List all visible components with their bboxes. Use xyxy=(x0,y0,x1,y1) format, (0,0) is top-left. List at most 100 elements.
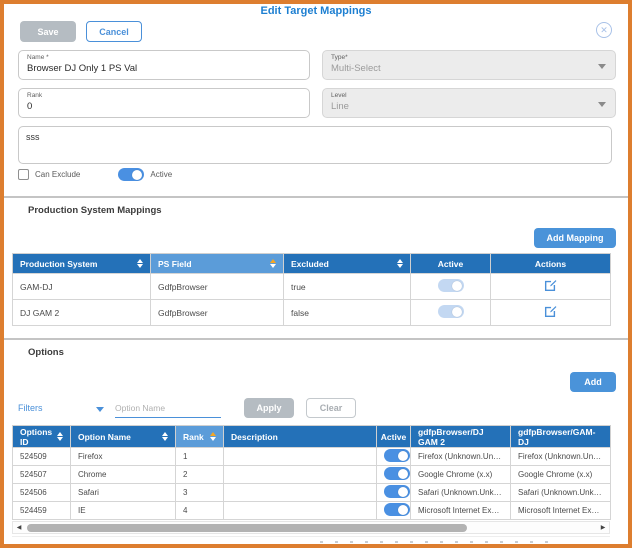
add-mapping-button[interactable]: Add Mapping xyxy=(534,228,616,248)
add-option-button[interactable]: Add xyxy=(570,372,616,392)
description-cell xyxy=(223,483,377,502)
mapping1-cell: Firefox (Unknown.Unkno... xyxy=(410,447,511,466)
row-active-toggle[interactable] xyxy=(437,305,464,318)
column-header-description: Description xyxy=(223,425,377,448)
production-system-cell: GAM-DJ xyxy=(12,273,151,300)
rank-cell: 4 xyxy=(175,501,224,520)
ps-mappings-table: Production System PS Field Excluded Acti… xyxy=(12,253,611,326)
row-active-toggle[interactable] xyxy=(384,485,410,498)
scroll-left-icon[interactable]: ◀ xyxy=(13,524,25,531)
chevron-down-icon[interactable] xyxy=(96,407,104,412)
close-icon[interactable]: ✕ xyxy=(596,22,612,38)
active-toggle[interactable] xyxy=(118,168,145,181)
section-divider xyxy=(4,338,628,340)
column-header-option-name[interactable]: Option Name xyxy=(70,425,176,448)
description-cell xyxy=(223,501,377,520)
type-select-value: Multi-Select xyxy=(331,63,381,74)
column-label: Active xyxy=(437,258,464,269)
column-header-active: Active xyxy=(410,253,491,274)
column-label: Actions xyxy=(534,258,567,269)
column-label: Option Name xyxy=(78,431,131,442)
column-header-production-system[interactable]: Production System xyxy=(12,253,151,274)
ps-mappings-heading: Production System Mappings xyxy=(28,205,162,216)
option-id-cell: 524506 xyxy=(12,483,71,502)
option-name-cell: Safari xyxy=(70,483,176,502)
notes-textarea[interactable]: sss xyxy=(18,126,612,164)
clear-filter-button[interactable]: Clear xyxy=(306,398,356,418)
option-name-cell: Firefox xyxy=(70,447,176,466)
rank-cell: 1 xyxy=(175,447,224,466)
sort-icon-active xyxy=(270,259,276,268)
mapping2-cell: Google Chrome (x.x) xyxy=(510,465,611,484)
column-label: Production System xyxy=(20,258,98,269)
mapping1-cell: Google Chrome (x.x) xyxy=(410,465,511,484)
sort-icon-active xyxy=(210,432,216,441)
filters-dropdown[interactable]: Filters xyxy=(18,403,43,413)
rank-field-label: Rank xyxy=(27,92,43,99)
edit-target-mappings-dialog: Edit Target Mappings Save Cancel ✕ Name … xyxy=(0,0,632,548)
table-row: GAM-DJ GdfpBrowser true xyxy=(12,273,611,300)
ps-field-cell: GdfpBrowser xyxy=(150,273,284,300)
column-label: Description xyxy=(231,431,278,442)
rank-field[interactable]: Rank xyxy=(18,88,310,118)
table-row: 524459 IE 4 Microsoft Internet Explore..… xyxy=(12,501,611,520)
name-input[interactable] xyxy=(27,63,301,74)
options-table: Options ID Option Name Rank Description … xyxy=(12,425,611,520)
type-select[interactable]: Type* Multi-Select xyxy=(322,50,616,80)
column-header-actions: Actions xyxy=(490,253,611,274)
edit-icon[interactable] xyxy=(544,279,557,292)
row-active-toggle[interactable] xyxy=(384,503,410,516)
scrollbar-thumb[interactable] xyxy=(27,523,467,532)
mapping2-cell: Safari (Unknown.Unkno... xyxy=(510,483,611,502)
save-button[interactable]: Save xyxy=(20,21,76,42)
chevron-down-icon xyxy=(598,102,606,107)
table-row: 524506 Safari 3 Safari (Unknown.Unknown)… xyxy=(12,483,611,502)
scroll-right-icon[interactable]: ▶ xyxy=(597,524,609,531)
section-divider xyxy=(4,196,628,198)
type-select-label: Type* xyxy=(331,54,348,61)
column-header-rank[interactable]: Rank xyxy=(175,425,224,448)
production-system-cell: DJ GAM 2 xyxy=(12,299,151,326)
column-header-active: Active xyxy=(376,425,411,448)
sort-icon xyxy=(397,259,403,268)
cancel-button[interactable]: Cancel xyxy=(86,21,142,42)
name-field[interactable]: Name * xyxy=(18,50,310,80)
row-active-toggle[interactable] xyxy=(437,279,464,292)
horizontal-scrollbar[interactable]: ◀ ▶ xyxy=(12,521,610,534)
row-active-toggle[interactable] xyxy=(384,467,410,480)
cutoff-pagination-marks xyxy=(320,541,560,543)
column-header-options-id[interactable]: Options ID xyxy=(12,425,71,448)
column-header-mapping-gam-dj: gdfpBrowser/GAM-DJ xyxy=(510,425,611,448)
excluded-cell: true xyxy=(283,273,411,300)
edit-icon[interactable] xyxy=(544,305,557,318)
mapping2-cell: Firefox (Unknown.Unkn... xyxy=(510,447,611,466)
option-name-filter-input[interactable] xyxy=(115,398,221,418)
column-label: Options ID xyxy=(20,426,53,447)
level-select[interactable]: Level Line xyxy=(322,88,616,118)
apply-filter-button[interactable]: Apply xyxy=(244,398,294,418)
column-label: Active xyxy=(380,431,407,442)
rank-cell: 3 xyxy=(175,483,224,502)
ps-field-cell: GdfpBrowser xyxy=(150,299,284,326)
ps-mappings-header-row: Production System PS Field Excluded Acti… xyxy=(12,253,611,274)
level-select-value: Line xyxy=(331,101,349,112)
options-heading: Options xyxy=(28,347,64,358)
option-id-cell: 524509 xyxy=(12,447,71,466)
option-name-cell: IE xyxy=(70,501,176,520)
description-cell xyxy=(223,465,377,484)
column-header-excluded[interactable]: Excluded xyxy=(283,253,411,274)
column-label: PS Field xyxy=(158,258,192,269)
active-toggle-label: Active xyxy=(150,170,173,179)
column-header-ps-field[interactable]: PS Field xyxy=(150,253,284,274)
column-header-mapping-dj-gam-2: gdfpBrowser/DJ GAM 2 xyxy=(410,425,511,448)
excluded-cell: false xyxy=(283,299,411,326)
table-row: 524509 Firefox 1 Firefox (Unknown.Unkno.… xyxy=(12,447,611,466)
row-active-toggle[interactable] xyxy=(384,449,410,462)
level-select-label: Level xyxy=(331,92,347,99)
can-exclude-checkbox[interactable] xyxy=(18,169,29,180)
chevron-down-icon xyxy=(598,64,606,69)
rank-input[interactable] xyxy=(27,101,301,112)
column-label: gdfpBrowser/GAM-DJ xyxy=(518,426,596,447)
sort-icon xyxy=(137,259,143,268)
option-id-cell: 524459 xyxy=(12,501,71,520)
